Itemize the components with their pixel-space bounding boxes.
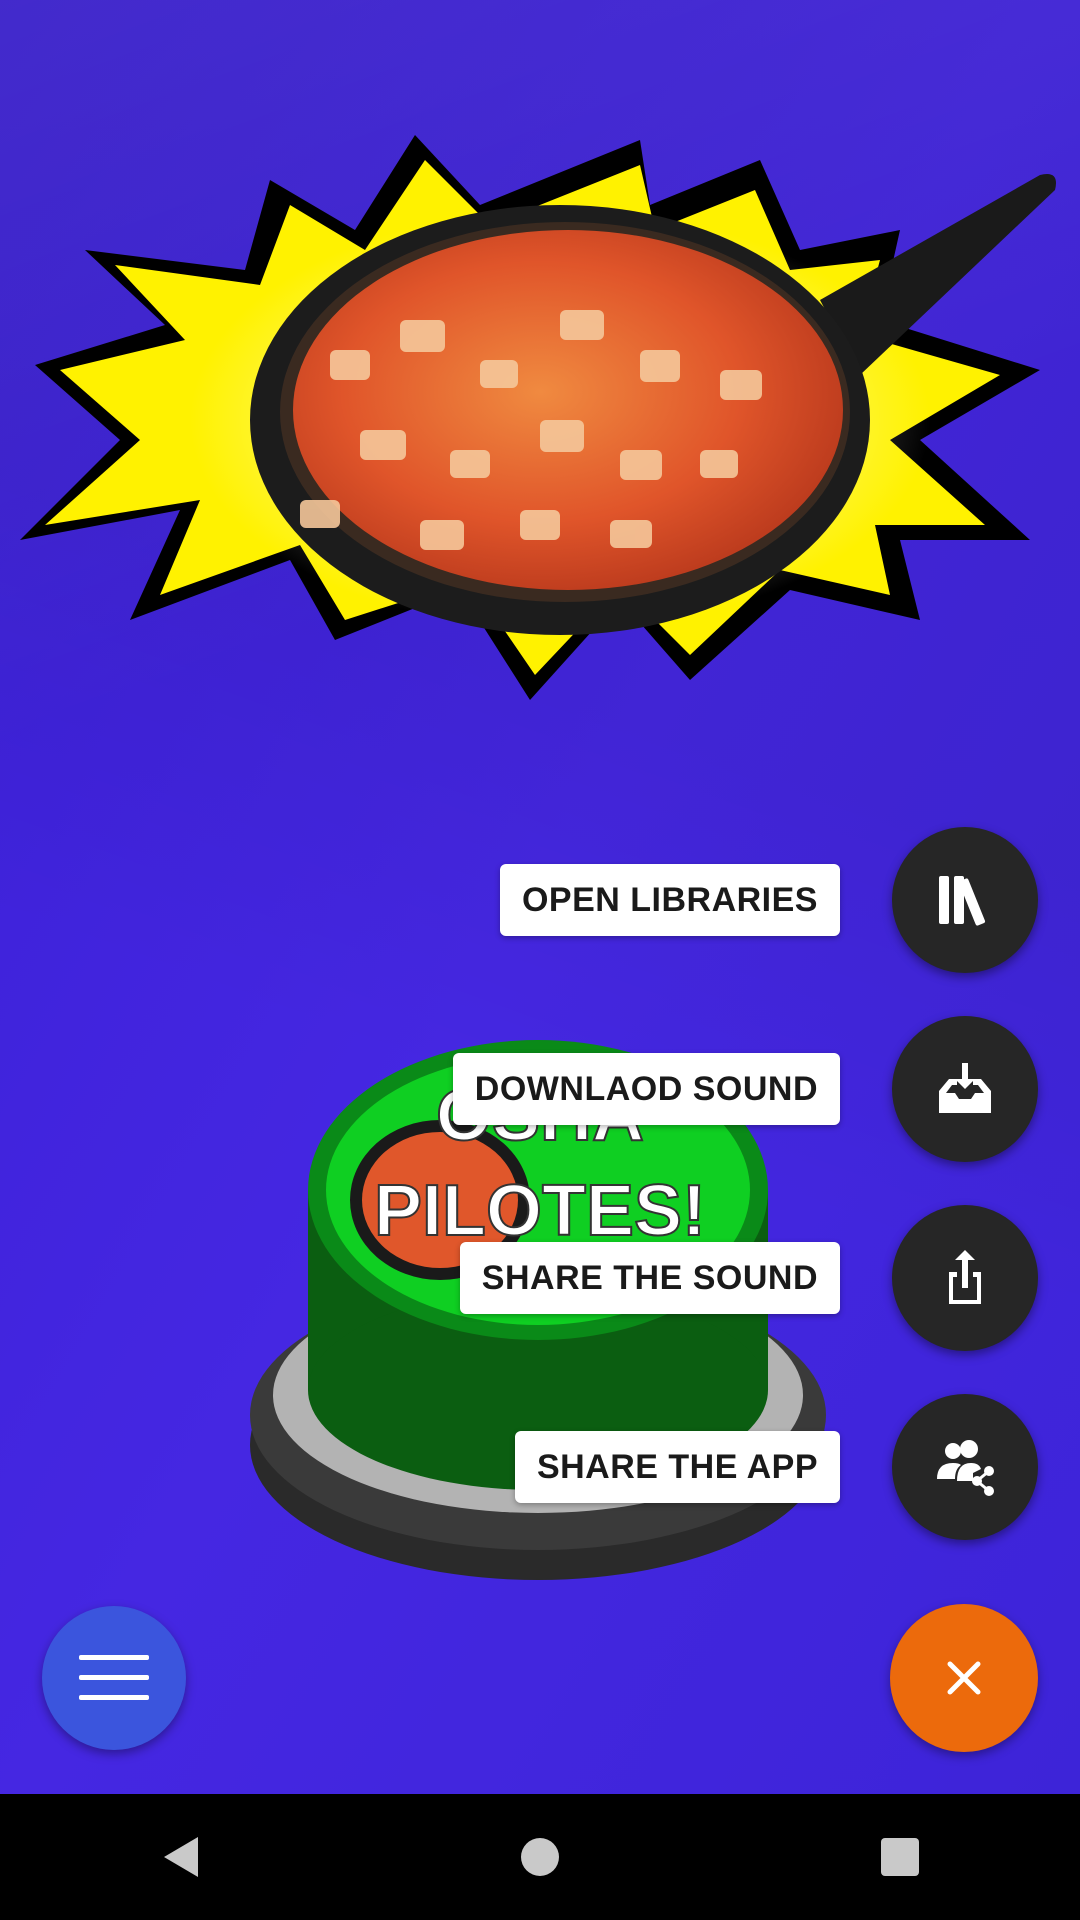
- open-libraries-button[interactable]: [892, 827, 1038, 973]
- action-open-libraries[interactable]: OPEN LIBRARIES: [499, 827, 1038, 973]
- recents-icon: [881, 1838, 919, 1876]
- libraries-icon: [939, 876, 986, 926]
- system-navigation-bar: [0, 1794, 1080, 1920]
- hero-image: [0, 120, 1080, 720]
- download-sound-button[interactable]: [892, 1016, 1038, 1162]
- nav-recents-button[interactable]: [840, 1797, 960, 1917]
- close-icon: [947, 1661, 981, 1695]
- back-icon: [164, 1837, 198, 1877]
- share-upload-icon: [949, 1250, 981, 1304]
- action-share-sound[interactable]: SHARE THE SOUND: [459, 1205, 1038, 1351]
- menu-button[interactable]: [42, 1606, 186, 1750]
- share-sound-label[interactable]: SHARE THE SOUND: [459, 1242, 840, 1314]
- frying-pan-stew-image: [20, 135, 1056, 700]
- hamburger-menu-icon: [79, 1655, 149, 1700]
- open-libraries-label[interactable]: OPEN LIBRARIES: [499, 864, 840, 936]
- download-tray-icon: [939, 1063, 991, 1113]
- action-share-app[interactable]: SHARE THE APP: [514, 1394, 1038, 1540]
- download-sound-label[interactable]: DOWNLAOD SOUND: [452, 1053, 840, 1125]
- nav-home-button[interactable]: [480, 1797, 600, 1917]
- share-app-button[interactable]: [892, 1394, 1038, 1540]
- share-people-icon: [937, 1440, 994, 1496]
- home-icon: [521, 1838, 559, 1876]
- share-app-label[interactable]: SHARE THE APP: [514, 1431, 840, 1503]
- close-speed-dial-button[interactable]: [890, 1604, 1038, 1752]
- nav-back-button[interactable]: [120, 1797, 240, 1917]
- share-sound-button[interactable]: [892, 1205, 1038, 1351]
- action-download-sound[interactable]: DOWNLAOD SOUND: [452, 1016, 1038, 1162]
